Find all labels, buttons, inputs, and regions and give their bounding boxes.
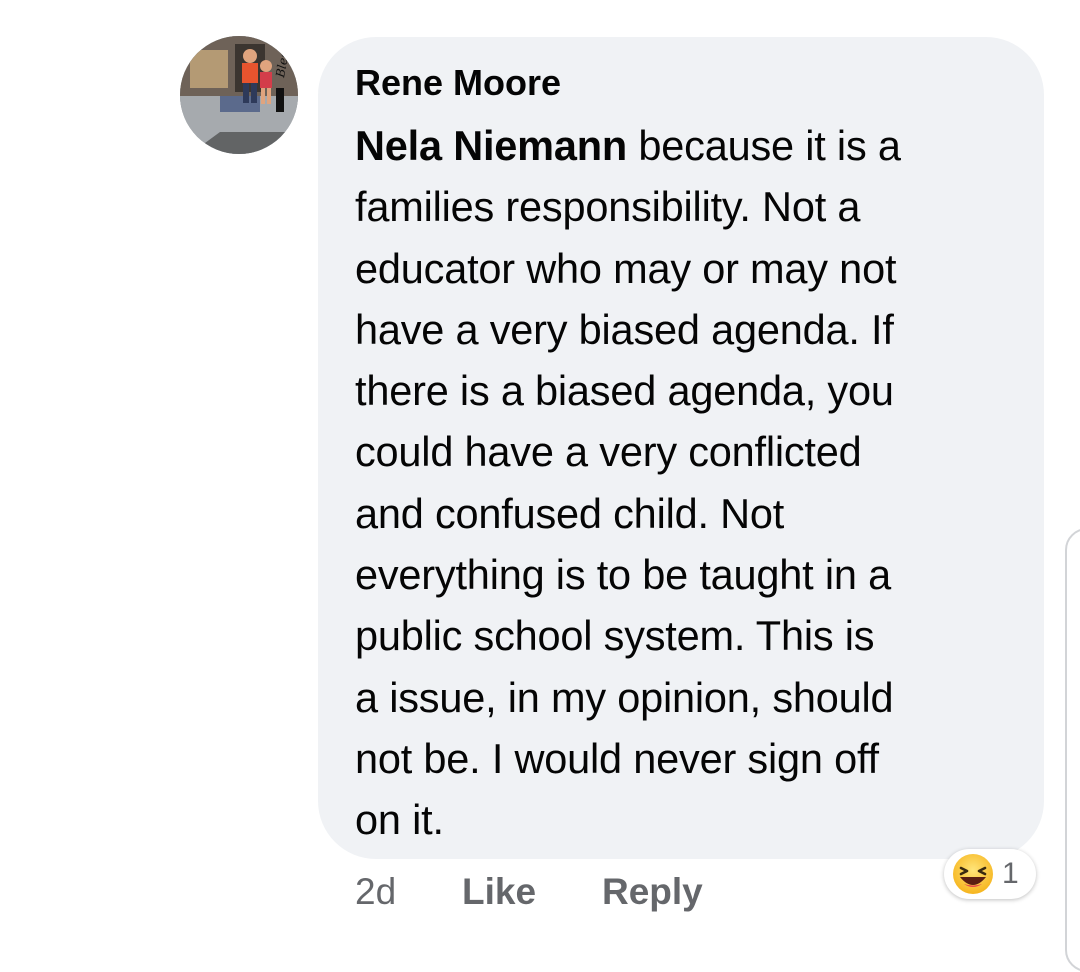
scrollbar-edge (1065, 528, 1080, 972)
comment-author[interactable]: Rene Moore (355, 61, 1014, 105)
comment-line: educator who may or may not (355, 244, 897, 292)
avatar[interactable]: Blessed (180, 36, 298, 154)
comment-line: families responsibility. Not a (355, 183, 861, 231)
comment-line: and confused child. Not (355, 489, 785, 537)
comment-timestamp[interactable]: 2d (355, 868, 396, 916)
comment-text: Nela Niemann because it is a families re… (355, 115, 1014, 851)
comment-mention[interactable]: Nela Niemann (355, 122, 627, 169)
reaction-count: 1 (1002, 857, 1019, 890)
comment-line: not be. I would never sign off (355, 734, 879, 782)
comment-line: public school system. This is (355, 612, 875, 660)
comment-line: because it is a (638, 122, 901, 169)
comment-line: on it. (355, 796, 444, 844)
reaction-summary[interactable]: 1 (944, 849, 1036, 899)
like-button[interactable]: Like (462, 868, 536, 916)
laughing-emoji-icon (953, 854, 993, 894)
comment-line: have a very biased agenda. If (355, 305, 894, 353)
comment-line: everything is to be taught in a (355, 551, 891, 599)
avatar-photo: Blessed (180, 36, 298, 154)
comment-line: there is a biased agenda, you (355, 367, 894, 415)
comment-line: could have a very conflicted (355, 428, 862, 476)
reply-button[interactable]: Reply (602, 868, 703, 916)
comment-bubble: Rene Moore Nela Niemann because it is a … (318, 37, 1044, 859)
comment-line: a issue, in my opinion, should (355, 673, 894, 721)
